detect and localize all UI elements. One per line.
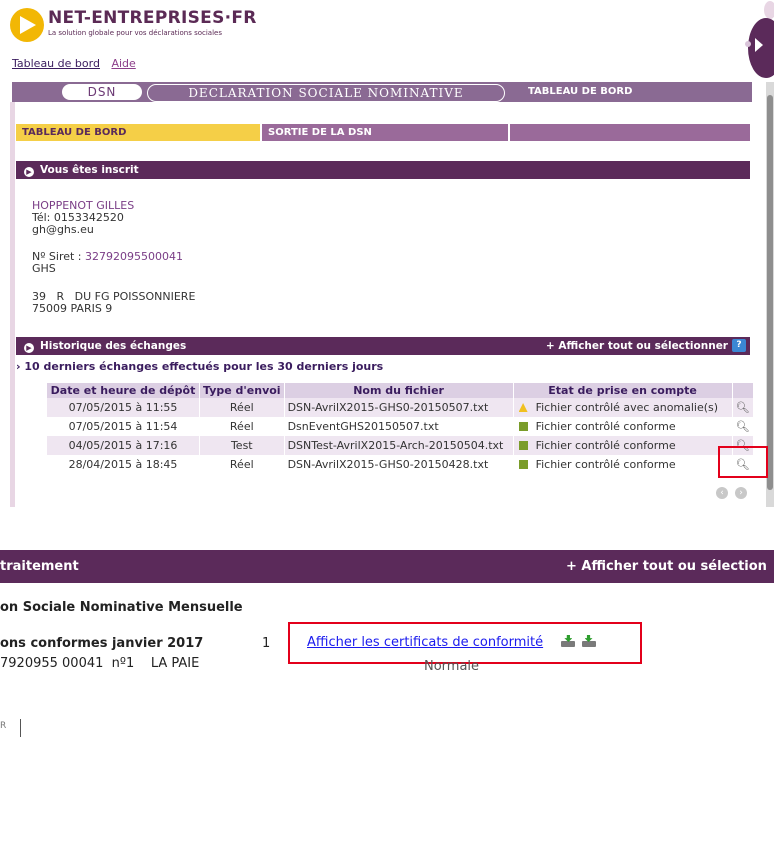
arrow-right-icon: ▶ [24,343,34,353]
registered-info: HOPPENOT GILLES Tél: 0153342520 gh@ghs.e… [32,200,134,236]
scrollbar-thumb[interactable] [767,95,773,490]
col-file: Nom du fichier [284,383,514,398]
row-date: 07/05/2015 à 11:55 [47,398,200,417]
app-bar-title: TABLEAU DE BORD [528,86,633,97]
conform-count: 1 [262,636,271,651]
registered-title: Vous êtes inscrit [40,164,139,176]
show-all-link-2[interactable]: + Afficher tout ou sélection [566,550,767,583]
dashboard-link[interactable]: Tableau de bord [12,57,100,70]
row-type: Réel [199,398,285,417]
row-state: Fichier contrôlé conforme [513,436,733,455]
row-type: Test [199,436,285,455]
highlight-box-view [718,446,768,478]
tab-dsn-output[interactable]: SORTIE DE LA DSN [262,124,510,141]
col-state: Etat de prise en compte [513,383,733,398]
table-row[interactable]: 04/05/2015 à 17:16 Test DSNTest-AvrilX20… [47,436,754,455]
fragment-text: R [0,721,7,731]
company-info: Nº Siret : 32792095500041 GHS [32,251,183,275]
user-email: gh@ghs.eu [32,223,94,236]
row-type: Réel [199,455,285,474]
dsn-pill[interactable]: DSN [62,84,142,100]
row-view[interactable]: 🔍︎ [732,417,754,436]
dsn-full-name-pill[interactable]: DECLARATION SOCIALE NOMINATIVE [147,84,505,102]
row-state-text: Fichier contrôlé conforme [535,439,676,452]
processing-bar: traitement + Afficher tout ou sélection [0,550,774,583]
history-summary-text: 10 derniers échanges effectués pour les … [24,360,384,373]
logo [10,8,44,42]
check-icon [518,441,528,450]
registered-section-bar: ▶ Vous êtes inscrit [16,161,750,179]
row-state: Fichier contrôlé conforme [513,455,733,474]
left-strip [10,102,15,507]
text-cursor [20,719,21,737]
row-file: DSN-AvrilX2015-GHS0-20150428.txt [284,455,514,474]
row-state-text: Fichier contrôlé conforme [535,458,676,471]
logo-tagline: La solution globale pour vos déclaration… [48,29,222,37]
table-row[interactable]: 07/05/2015 à 11:55 Réel DSN-AvrilX2015-G… [47,398,754,417]
conform-declarations-label: ons conformes janvier 2017 [0,636,204,651]
magnifier-icon[interactable]: 🔍︎ [736,420,750,433]
logo-name: NET-ENTREPRISES·FR [48,8,257,28]
mascot-icon [745,1,774,78]
table-header-row: Date et heure de dépôt Type d'envoi Nom … [47,383,754,398]
tab-bar: TABLEAU DE BORD SORTIE DE LA DSN [16,124,750,141]
nature-value: Normale [424,659,480,674]
top-links: Tableau de bord Aide [12,57,144,70]
next-page-icon[interactable]: › [735,487,747,499]
warning-icon [518,403,528,412]
tab-dashboard[interactable]: TABLEAU DE BORD [16,124,262,141]
siret-value: 32792095500041 [85,250,183,263]
address-info: 39 R DU FG POISSONNIERE 75009 PARIS 9 [32,291,195,315]
history-summary: › 10 derniers échanges effectués pour le… [16,360,383,373]
show-all-link[interactable]: + Afficher tout ou sélectionner [546,337,728,355]
company-name: GHS [32,262,56,275]
highlight-box-certificates [288,622,642,664]
col-view [732,383,754,398]
col-date: Date et heure de dépôt [47,383,200,398]
row-date: 07/05/2015 à 11:54 [47,417,200,436]
check-icon [518,460,528,469]
table-row[interactable]: 28/04/2015 à 18:45 Réel DSN-AvrilX2015-G… [47,455,754,474]
processing-title: traitement [0,559,79,574]
siret-line: 7920955 00041 nº1 LA PAIE [0,656,200,671]
magnifier-icon[interactable]: 🔍︎ [736,401,750,414]
row-view[interactable]: 🔍︎ [732,398,754,417]
chevron-right-icon: › [16,360,21,373]
help-icon[interactable]: ? [732,339,746,352]
history-table: Date et heure de dépôt Type d'envoi Nom … [47,383,754,474]
history-section-bar: ▶ Historique des échanges + Afficher tout… [16,337,750,355]
history-title: Historique des échanges [40,340,187,352]
row-file: DSN-AvrilX2015-GHS0-20150507.txt [284,398,514,417]
row-date: 04/05/2015 à 17:16 [47,436,200,455]
arrow-right-icon: ▶ [24,167,34,177]
row-state: Fichier contrôlé conforme [513,417,733,436]
row-date: 28/04/2015 à 18:45 [47,455,200,474]
address-line-2: 75009 PARIS 9 [32,302,113,315]
dsn-monthly-heading: on Sociale Nominative Mensuelle [0,600,243,615]
table-row[interactable]: 07/05/2015 à 11:54 Réel DsnEventGHS20150… [47,417,754,436]
row-file: DSNTest-AvrilX2015-Arch-20150504.txt [284,436,514,455]
prev-page-icon[interactable]: ‹ [716,487,728,499]
play-logo-icon [20,16,36,34]
row-file: DsnEventGHS20150507.txt [284,417,514,436]
row-state-text: Fichier contrôlé conforme [535,420,676,433]
row-state: Fichier contrôlé avec anomalie(s) [513,398,733,417]
row-state-text: Fichier contrôlé avec anomalie(s) [535,401,719,414]
tab-empty[interactable] [510,124,750,141]
col-type: Type d'envoi [199,383,285,398]
check-icon [518,422,528,431]
help-link[interactable]: Aide [111,57,135,70]
row-type: Réel [199,417,285,436]
